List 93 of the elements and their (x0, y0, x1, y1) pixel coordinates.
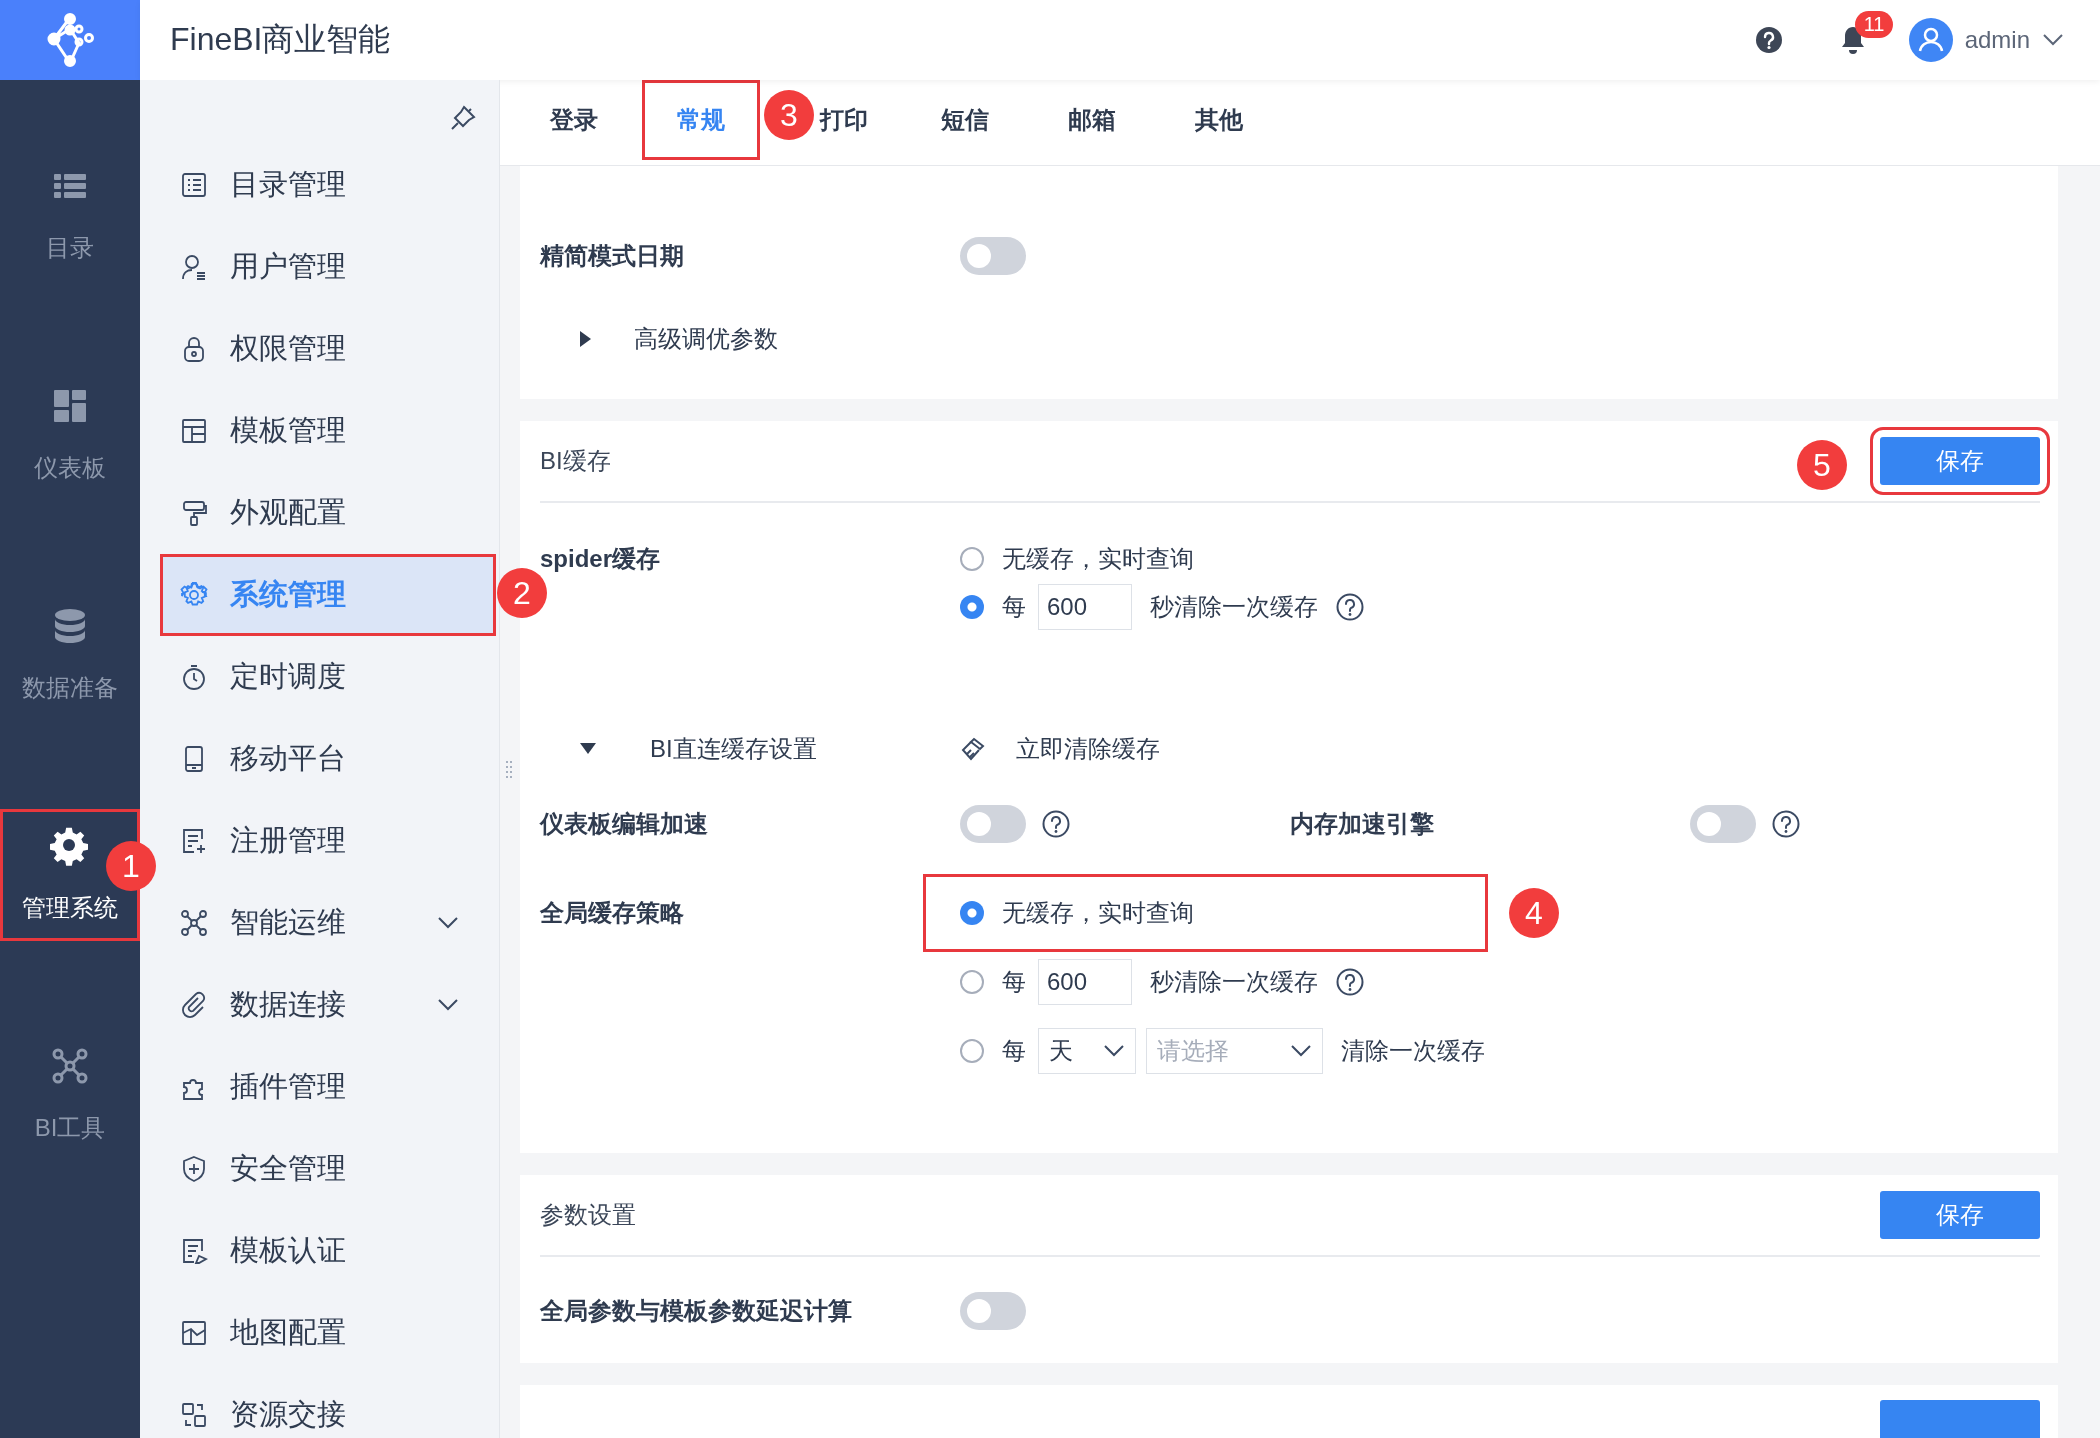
brush-icon (180, 499, 208, 527)
stopwatch-icon (180, 663, 208, 691)
nav-rail-item[interactable]: 目录 (0, 149, 140, 281)
user-menu[interactable]: admin (1908, 18, 2064, 62)
seconds-input[interactable]: 600 (1038, 584, 1132, 630)
tab[interactable]: 邮箱 (1059, 80, 1124, 160)
app-title: FineBI商业智能 (170, 20, 391, 59)
option-label: 清除一次缓存 (1341, 1036, 1485, 1066)
nav-rail-label: BI工具 (34, 1113, 106, 1143)
sidebar-item[interactable]: 模板管理 (160, 390, 499, 472)
nav-rail-label: 目录 (46, 233, 94, 263)
sidebar-item[interactable]: 注册管理 (160, 800, 499, 882)
caret-down-icon (580, 743, 596, 755)
map-icon (180, 1319, 208, 1347)
nav-rail-item[interactable]: 仪表板 (0, 369, 140, 501)
option-label: 每 (1002, 967, 1026, 997)
option-label: 每 (1002, 592, 1026, 622)
step-marker: 3 (764, 90, 814, 140)
tab[interactable]: 短信 (932, 80, 997, 160)
save-button[interactable]: 保存 (1880, 1191, 2040, 1239)
sidebar-item[interactable]: 资源交接 (160, 1374, 499, 1438)
sidebar-item[interactable]: 权限管理 (160, 308, 499, 390)
chevron-down-icon (2042, 33, 2064, 47)
tab[interactable]: 登录 (541, 80, 606, 160)
section-title: BI缓存 (540, 446, 611, 476)
step-marker: 1 (106, 841, 156, 891)
broom-icon (960, 736, 986, 762)
tab[interactable]: 打印 (811, 80, 876, 160)
expander-toggle[interactable]: BI直连缓存设置 (540, 733, 960, 765)
setting-label: 全局参数与模板参数延迟计算 (540, 1296, 853, 1326)
sidebar-item[interactable]: 安全管理 (160, 1128, 499, 1210)
pin-icon[interactable] (449, 104, 477, 132)
step-marker: 5 (1797, 440, 1847, 490)
option-label: 秒清除一次缓存 (1150, 592, 1318, 622)
radio-button[interactable] (960, 547, 984, 571)
sidebar-item[interactable]: 目录管理 (160, 144, 499, 226)
toggle-switch[interactable] (960, 805, 1026, 843)
sidebar-item[interactable]: 数据连接 (160, 964, 499, 1046)
layout-icon (180, 417, 208, 445)
expander-toggle[interactable]: 高级调优参数 (540, 323, 778, 355)
radio-button[interactable] (960, 1039, 984, 1063)
sidebar-item[interactable]: 智能运维 (160, 882, 499, 964)
radio-button[interactable] (960, 901, 984, 925)
tab[interactable]: 常规 (641, 80, 760, 160)
option-label: 无缓存，实时查询 (1002, 898, 1194, 928)
setting-label: 精简模式日期 (540, 241, 685, 271)
step-marker: 4 (1509, 888, 1559, 938)
sidebar-item[interactable]: 定时调度 (160, 636, 499, 718)
shield-icon (180, 1155, 208, 1183)
seconds-input[interactable]: 600 (1038, 959, 1132, 1005)
paperclip-icon (180, 991, 208, 1019)
sidebar-item[interactable]: 地图配置 (160, 1292, 499, 1374)
sidebar-item[interactable]: 用户管理 (160, 226, 499, 308)
sidebar-item[interactable]: 移动平台 (160, 718, 499, 800)
option-label: 无缓存，实时查询 (1002, 544, 1194, 574)
radio-button[interactable] (960, 595, 984, 619)
radio-button[interactable] (960, 970, 984, 994)
nav-rail-label: 仪表板 (34, 453, 106, 483)
setting-label: 内存加速引擎 (1290, 809, 1435, 839)
toggle-switch[interactable] (1690, 805, 1756, 843)
caret-right-icon (580, 331, 592, 347)
notification-badge: 11 (1854, 11, 1894, 38)
network-icon (180, 909, 208, 937)
nav-rail-label: 管理系统 (22, 893, 118, 923)
sidebar-item[interactable]: 插件管理 (160, 1046, 499, 1128)
nav-rail-label: 数据准备 (22, 673, 118, 703)
sidebar-item[interactable]: 模板认证 (160, 1210, 499, 1292)
exchange-icon (180, 1401, 208, 1429)
chevron-down-icon (1103, 1044, 1125, 1058)
save-button[interactable]: 保存 (1880, 437, 2040, 485)
help-icon[interactable] (1754, 26, 1783, 54)
unit-dropdown[interactable]: 天 (1038, 1028, 1136, 1074)
clear-cache-link[interactable]: 立即清除缓存 (960, 733, 1160, 765)
user-icon (180, 253, 208, 281)
sidebar-item[interactable]: 外观配置 (160, 472, 499, 554)
section-title: 参数设置 (540, 1200, 636, 1230)
toggle-switch[interactable] (960, 237, 1026, 275)
gear-icon (50, 826, 90, 866)
setting-label: 全局缓存策略 (540, 898, 685, 928)
toggle-switch[interactable] (960, 1292, 1026, 1330)
avatar-icon (1908, 18, 1953, 62)
nav-rail-item[interactable]: 数据准备 (0, 589, 140, 721)
setting-label: 仪表板编辑加速 (540, 809, 709, 839)
drag-handle-icon[interactable] (505, 760, 513, 780)
chevron-down-icon (1290, 1044, 1312, 1058)
list-icon (180, 171, 208, 199)
nav-rail-item[interactable]: BI工具 (0, 1029, 140, 1161)
option-label: 秒清除一次缓存 (1150, 967, 1318, 997)
form-icon (180, 827, 208, 855)
option-label: 每 (1002, 1036, 1026, 1066)
certificate-icon (180, 1237, 208, 1265)
tab[interactable]: 其他 (1186, 80, 1251, 160)
network-icon (50, 1046, 90, 1086)
